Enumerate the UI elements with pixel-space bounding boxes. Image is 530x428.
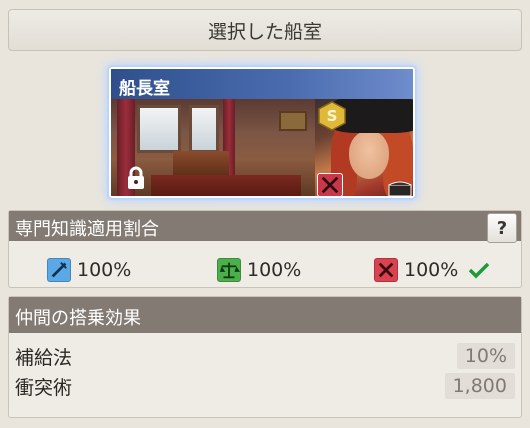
rate-value: 100% [404, 259, 459, 281]
portrait-face [349, 131, 389, 179]
effect-value: 1,800 [444, 373, 515, 399]
scales-icon [217, 258, 241, 282]
selected-cabin-header: 選択した船室 [8, 9, 522, 51]
crew-effect-header: 仲間の搭乗効果 [9, 297, 521, 333]
crossed-swords-icon [317, 173, 343, 196]
crew-effect-section: 仲間の搭乗効果 補給法 10% 衝突術 1,800 [8, 296, 522, 418]
expertise-header: 専門知識適用割合 ? [9, 211, 521, 243]
room-rug [151, 175, 301, 196]
expertise-section: 専門知識適用割合 ? 100% 100% 100% [8, 210, 522, 288]
crossed-swords-icon [374, 258, 398, 282]
cabin-name: 船長室 [111, 69, 413, 99]
lock-icon [128, 166, 144, 189]
wall-painting [279, 111, 307, 131]
room-desk [173, 151, 229, 177]
chest-icon [388, 181, 412, 196]
check-icon [469, 262, 490, 279]
crew-effect-row: 衝突術 1,800 [15, 372, 515, 400]
expertise-rate-swords: 100% [374, 258, 490, 282]
rate-value: 100% [77, 259, 132, 281]
window-left [137, 105, 181, 153]
rate-value: 100% [247, 259, 302, 281]
expertise-title: 専門知識適用割合 [15, 219, 159, 240]
effect-value: 10% [456, 343, 515, 369]
expertise-rate-scales: 100% [217, 258, 301, 282]
expertise-rate-spyglass: 100% [47, 258, 131, 282]
effect-label: 補給法 [15, 346, 73, 369]
page-title: 選択した船室 [207, 20, 322, 43]
rank-s-badge-letter: S [327, 107, 338, 125]
spyglass-icon [47, 258, 71, 282]
rank-s-badge: S [318, 101, 346, 131]
effect-label: 衝突術 [15, 376, 73, 399]
cabin-card[interactable]: 船長室 S [109, 67, 415, 198]
crew-effect-row: 補給法 10% [15, 342, 515, 370]
crew-portrait: S [315, 99, 413, 196]
help-button[interactable]: ? [487, 213, 517, 243]
help-label: ? [496, 217, 508, 239]
crew-effect-title: 仲間の搭乗効果 [15, 308, 141, 329]
window-middle [189, 105, 219, 153]
